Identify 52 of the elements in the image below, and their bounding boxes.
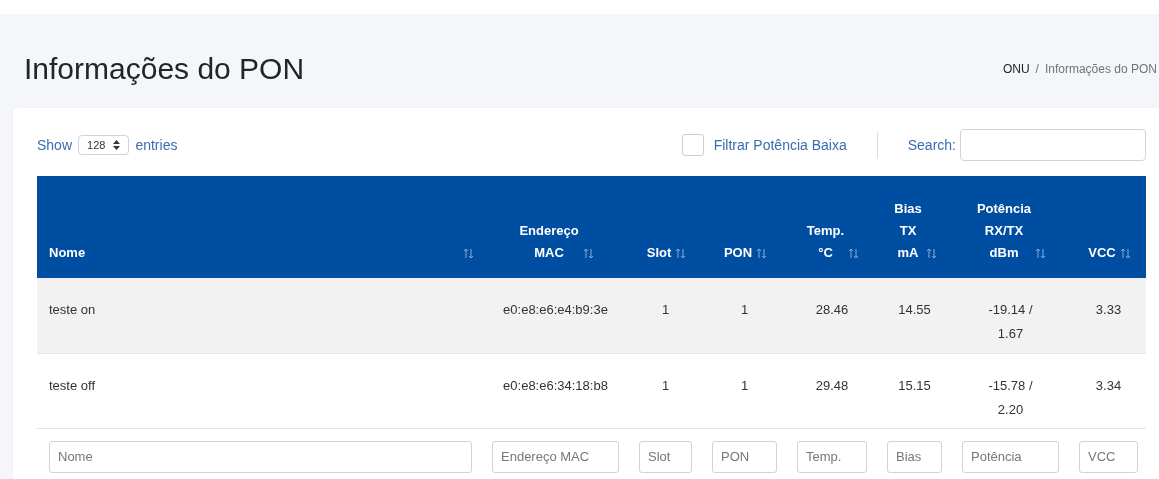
show-label: Show	[37, 137, 73, 153]
table-cell: e0:e8:e6:e4:b9:3e	[503, 302, 608, 317]
table-cell: 1	[740, 302, 749, 317]
column-header[interactable]: Bias TX mA	[894, 198, 922, 264]
sort-icon[interactable]	[675, 248, 687, 259]
sort-icon[interactable]	[1119, 248, 1131, 259]
column-filter-field[interactable]: Potência	[962, 440, 1059, 473]
column-filter-field[interactable]: Slot	[639, 440, 692, 473]
column-filter-field[interactable]: Nome	[49, 440, 472, 473]
column-header[interactable]: VCC	[1088, 242, 1116, 264]
column-header[interactable]: Temp. °C	[806, 220, 845, 264]
column-filter-field[interactable]: VCC	[1079, 440, 1138, 473]
column-filter-field[interactable]: PON	[712, 440, 777, 473]
column-header[interactable]: Slot	[646, 242, 672, 264]
column-header[interactable]: Potência RX/TX dBm	[976, 198, 1032, 264]
table-cell: 3.34	[1095, 377, 1122, 393]
table-cell: teste on	[49, 302, 96, 317]
filter-checkbox[interactable]	[681, 134, 704, 156]
page-size-select[interactable]: 128	[78, 135, 130, 155]
table-cell: 1	[661, 377, 670, 393]
table-cell: 28.46	[815, 302, 849, 317]
sort-icon[interactable]	[848, 248, 860, 259]
breadcrumb-current: Informações do PON	[1044, 62, 1157, 76]
column-filter-field[interactable]: Endereço MAC	[492, 440, 619, 473]
search-label: Search:	[907, 137, 956, 153]
table-cell: 29.48	[815, 377, 849, 393]
table-cell: teste off	[49, 377, 95, 393]
breadcrumb-link[interactable]: ONU	[1002, 62, 1030, 76]
table-cell: 1	[661, 302, 670, 317]
table-cell: e0:e8:e6:34:18:b8	[503, 377, 608, 393]
table-cell: 15.15	[898, 377, 931, 393]
table-cell: 1	[740, 377, 749, 393]
column-header[interactable]: Nome	[49, 242, 86, 264]
entries-label: entries	[135, 137, 178, 153]
filter-label: Filtrar Potência Baixa	[713, 137, 847, 153]
sort-icon[interactable]	[463, 248, 474, 259]
up-down-caret-icon	[113, 140, 121, 150]
table-cell: 14.55	[898, 302, 931, 317]
table-cell-text: -19.14 / 1.67	[987, 301, 1034, 343]
table-cell-text: -15.78 / 2.20	[987, 376, 1034, 419]
column-header[interactable]: PON	[723, 242, 753, 264]
sort-icon[interactable]	[925, 248, 937, 259]
column-filter-field[interactable]: Temp.	[797, 440, 867, 473]
page-title: Informações do PON	[24, 52, 305, 86]
table-cell: 3.33	[1095, 302, 1122, 317]
column-header[interactable]: Endereço MAC	[519, 220, 579, 264]
sort-icon[interactable]	[582, 248, 594, 259]
column-filter-field[interactable]: Bias	[887, 440, 942, 473]
breadcrumb-separator: /	[1035, 62, 1039, 76]
sort-icon[interactable]	[756, 248, 768, 259]
sort-icon[interactable]	[1035, 248, 1047, 259]
search-field[interactable]	[960, 129, 1146, 161]
